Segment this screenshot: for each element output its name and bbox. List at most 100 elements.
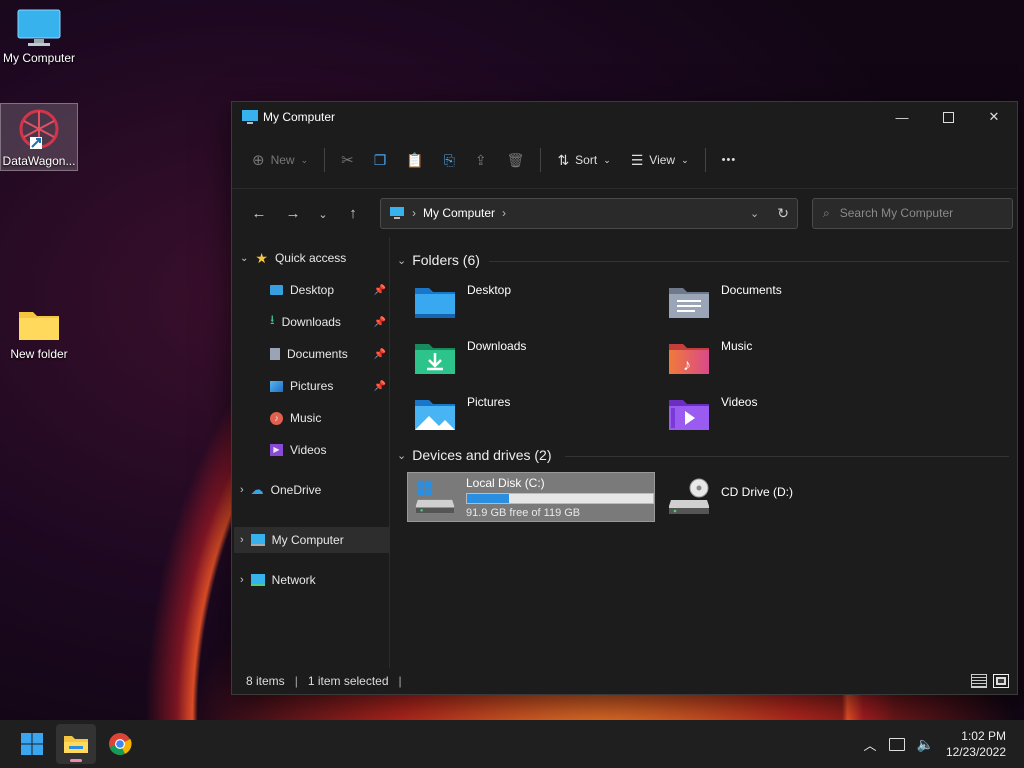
show-hidden-icons-button[interactable]: ︿ <box>863 735 876 754</box>
chevron-down-icon: ⌄ <box>397 254 407 267</box>
cut-button[interactable]: ✂ <box>331 144 364 176</box>
sort-button[interactable]: ⇅ Sort ⌄ <box>547 144 620 176</box>
sidebar-item-pictures[interactable]: Pictures 📌 <box>270 373 390 399</box>
arrow-right-icon: → <box>285 204 301 222</box>
details-view-button[interactable] <box>971 674 987 688</box>
folder-tile-music[interactable]: ♪ Music <box>661 333 909 383</box>
back-button[interactable]: ← <box>242 205 276 222</box>
star-icon: ★ <box>255 249 268 266</box>
sidebar-item-desktop[interactable]: Desktop 📌 <box>270 277 390 303</box>
share-button[interactable]: ⇪ <box>465 144 497 176</box>
view-button[interactable]: ☰ View ⌄ <box>621 144 699 176</box>
delete-button[interactable]: 🗑 <box>497 144 535 176</box>
search-input[interactable]: ⌕ Search My Computer <box>812 197 1013 229</box>
pictures-folder-icon <box>415 400 455 430</box>
sort-icon: ⇅ <box>557 151 570 168</box>
navigation-row: ← → ⌄ ↑ › My Computer › ⌄ ↻ ⌕ Search My … <box>232 189 1017 237</box>
refresh-icon[interactable]: ↻ <box>777 205 789 222</box>
sidebar-item-quick-access[interactable]: ⌄ ★ Quick access <box>240 245 395 271</box>
new-button[interactable]: ⊕ New ⌄ <box>242 144 318 176</box>
pin-icon: 📌 <box>373 380 386 392</box>
folder-tile-documents[interactable]: Documents <box>661 277 909 327</box>
copy-button[interactable]: ❐ <box>364 144 397 176</box>
folder-icon <box>64 736 88 753</box>
downloads-folder-icon <box>415 344 455 374</box>
sidebar-label: My Computer <box>271 533 344 547</box>
pin-icon: 📌 <box>373 284 386 296</box>
close-button[interactable]: ✕ <box>971 102 1017 132</box>
forward-button[interactable]: → <box>276 205 310 222</box>
command-bar: ⊕ New ⌄ ✂ ❐ 📋 ⎘ ⇪ 🗑 ⇅ Sort ⌄ ☰ View ⌄ ••• <box>232 132 1017 189</box>
desktop-icon-label: DataWagon... <box>2 154 76 168</box>
address-bar[interactable]: › My Computer › ⌄ ↻ <box>380 197 798 229</box>
devices-group-header[interactable]: ⌄ Devices and drives (2) <box>397 447 552 463</box>
svg-text:♪: ♪ <box>683 357 691 374</box>
clock[interactable]: 1:02 PM 12/23/2022 <box>946 728 1006 760</box>
plus-circle-icon: ⊕ <box>252 152 265 169</box>
sidebar-item-videos[interactable]: ▶ Videos <box>270 437 390 463</box>
more-options-button[interactable]: ••• <box>712 144 747 176</box>
sidebar-item-downloads[interactable]: ⭳ Downloads 📌 <box>270 309 390 335</box>
drive-usage-bar <box>466 493 654 504</box>
clock-date: 12/23/2022 <box>945 745 1006 759</box>
drive-tile-cd-drive-d[interactable]: CD Drive (D:) <box>661 472 909 522</box>
desktop-folder-icon <box>415 288 455 318</box>
folders-group-header[interactable]: ⌄ Folders (6) <box>397 252 480 268</box>
chevron-down-icon: ⌄ <box>397 449 407 462</box>
sidebar-item-music[interactable]: ♪ Music <box>270 405 390 431</box>
folder-tile-pictures[interactable]: Pictures <box>407 389 655 439</box>
address-dropdown-icon[interactable]: ⌄ <box>750 207 759 220</box>
network-icon[interactable] <box>888 737 905 751</box>
chrome-taskbar-button[interactable] <box>100 724 140 764</box>
status-bar: 8 items | 1 item selected | <box>232 668 1017 694</box>
sidebar-label: Videos <box>290 443 327 457</box>
sidebar-label: Network <box>271 573 316 587</box>
monitor-icon <box>242 110 258 124</box>
minimize-icon: — <box>895 109 909 125</box>
breadcrumb-my-computer[interactable]: My Computer <box>423 206 495 220</box>
chevron-right-icon: › <box>240 484 244 496</box>
more-icon: ••• <box>721 154 737 166</box>
sidebar-item-documents[interactable]: Documents 📌 <box>270 341 390 367</box>
status-divider: | <box>294 674 298 688</box>
hard-drive-windows-icon <box>415 480 455 514</box>
content-pane: ⌄ Folders (6) Desktop Documents Download… <box>397 237 1009 668</box>
up-button[interactable]: ↑ <box>336 205 370 222</box>
tiles-view-button[interactable] <box>993 674 1009 688</box>
separator <box>324 148 326 172</box>
copy-icon: ❐ <box>373 151 387 168</box>
file-explorer-taskbar-button[interactable] <box>56 724 96 764</box>
folder-name: Documents <box>721 283 782 297</box>
maximize-button[interactable] <box>925 102 971 132</box>
title-bar[interactable]: My Computer — ✕ <box>232 102 1017 132</box>
folder-name: Downloads <box>467 339 527 353</box>
sidebar-item-my-computer[interactable]: › My Computer <box>234 527 389 553</box>
clipboard-icon: 📋 <box>406 151 424 168</box>
sidebar-item-onedrive[interactable]: › ☁ OneDrive <box>240 477 395 503</box>
video-icon: ▶ <box>270 444 283 456</box>
sidebar-item-network[interactable]: › Network <box>240 567 395 593</box>
drive-name: CD Drive (D:) <box>721 485 793 499</box>
rename-button[interactable]: ⎘ <box>434 144 465 176</box>
folder-tile-downloads[interactable]: Downloads <box>407 333 655 383</box>
desktop-icon-my-computer[interactable]: My Computer <box>0 8 78 65</box>
status-divider: | <box>398 674 402 688</box>
music-icon: ♪ <box>270 411 283 425</box>
chevron-down-icon: ⌄ <box>681 154 689 165</box>
minimize-button[interactable]: — <box>879 102 925 132</box>
paste-button[interactable]: 📋 <box>396 144 433 176</box>
desktop-icon-new-folder[interactable]: New folder <box>0 304 78 361</box>
pin-icon: 📌 <box>373 316 386 328</box>
folder-tile-videos[interactable]: Videos <box>661 389 909 439</box>
drive-tile-local-disk-c[interactable]: Local Disk (C:) 91.9 GB free of 119 GB <box>407 472 655 522</box>
folder-tile-desktop[interactable]: Desktop <box>407 277 655 327</box>
monitor-icon <box>250 534 265 546</box>
chrome-icon <box>109 733 132 755</box>
recent-locations-button[interactable]: ⌄ <box>310 205 336 222</box>
desktop-icon-datawagon[interactable]: DataWagon... <box>0 103 78 171</box>
start-button[interactable] <box>12 724 52 764</box>
search-placeholder: Search My Computer <box>839 206 954 220</box>
navigation-pane: ⌄ ★ Quick access Desktop 📌 ⭳ Downloads 📌… <box>232 237 390 668</box>
volume-icon[interactable]: 🔈 <box>917 736 934 753</box>
arrow-left-icon: ← <box>251 204 267 222</box>
